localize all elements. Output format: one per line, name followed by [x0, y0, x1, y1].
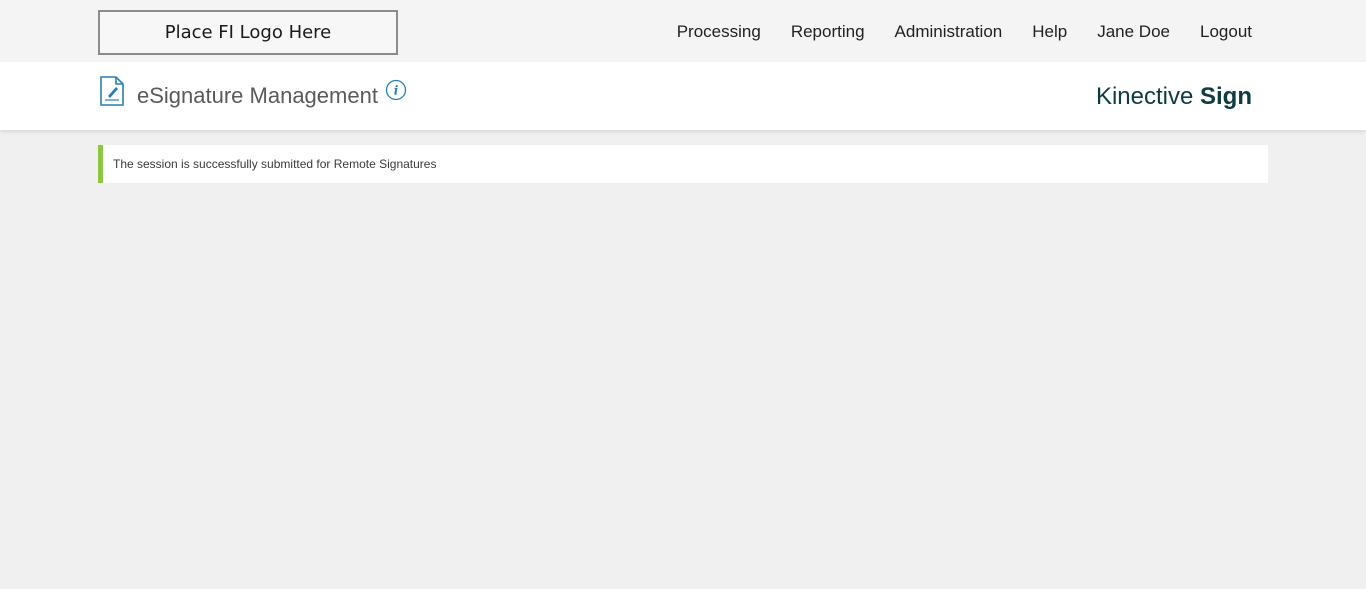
alert-message: The session is successfully submitted fo… [113, 157, 437, 171]
nav-user-name[interactable]: Jane Doe [1097, 22, 1170, 42]
svg-text:i: i [394, 84, 399, 98]
nav-help[interactable]: Help [1032, 22, 1067, 42]
nav-reporting[interactable]: Reporting [791, 22, 865, 42]
logo-text: Place FI Logo Here [164, 22, 332, 43]
document-signature-icon [99, 76, 125, 106]
brand-logo: Kinective Sign [1096, 83, 1252, 111]
page-title: eSignature Management [137, 83, 378, 108]
page-header: eSignature Management i Kinective Sign [0, 62, 1366, 130]
nav-processing[interactable]: Processing [677, 22, 761, 42]
nav-administration[interactable]: Administration [895, 22, 1003, 42]
fi-logo-placeholder[interactable]: Place FI Logo Here [98, 10, 398, 55]
info-icon[interactable]: i [385, 79, 407, 101]
top-bar: Place FI Logo Here Processing Reporting … [0, 0, 1366, 62]
main-nav: Processing Reporting Administration Help… [647, 22, 1252, 42]
brand-name-part2: Sign [1200, 83, 1252, 110]
success-alert: The session is successfully submitted fo… [98, 145, 1268, 183]
brand-name-part1: Kinective [1095, 83, 1194, 110]
nav-logout[interactable]: Logout [1200, 22, 1252, 42]
